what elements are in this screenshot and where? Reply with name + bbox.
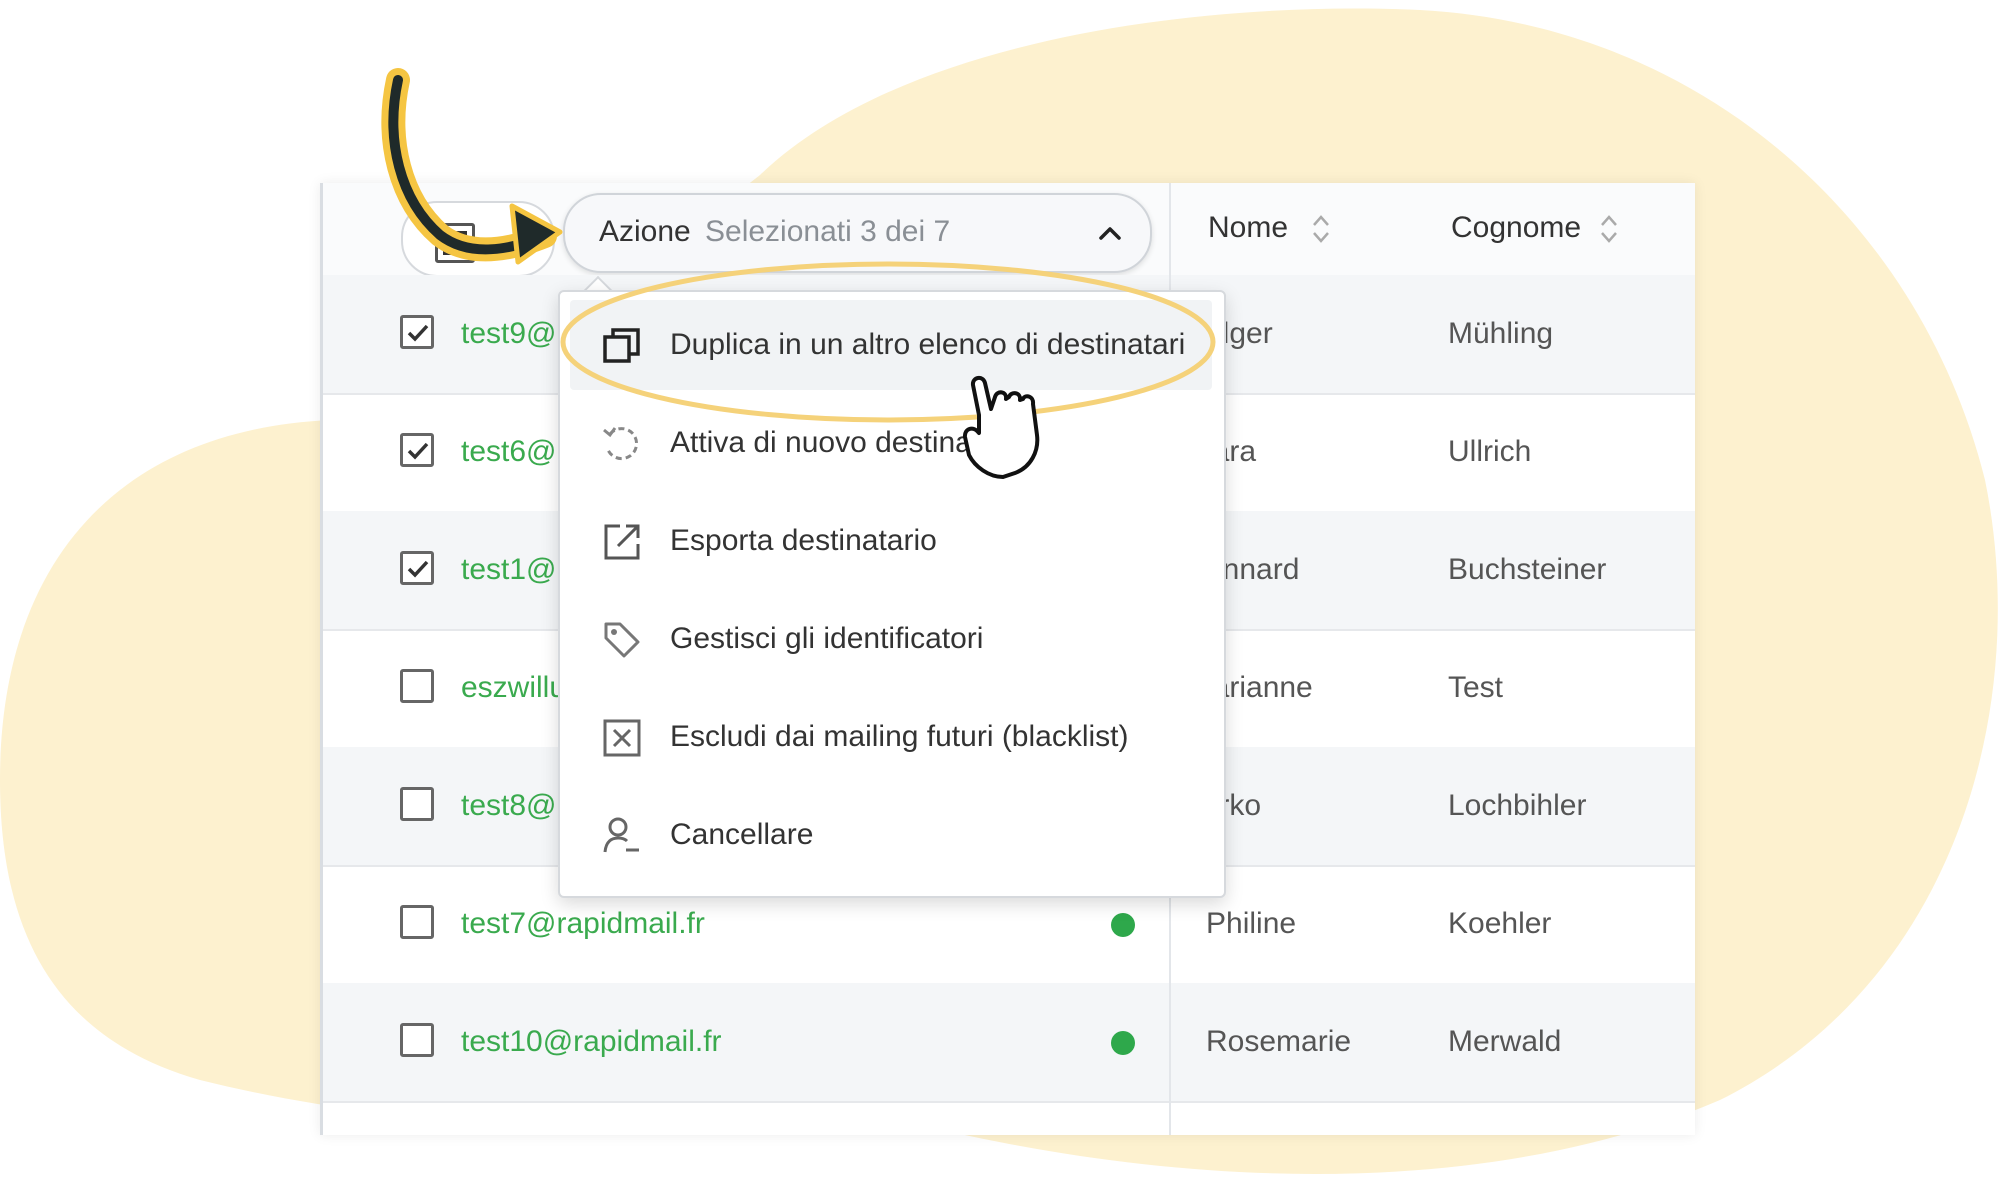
menu-item-manage-tags[interactable]: Gestisci gli identificatori bbox=[570, 594, 1212, 684]
menu-item-blacklist[interactable]: Escludi dai mailing futuri (blacklist) bbox=[570, 692, 1212, 782]
recipient-last-name: Lochbihler bbox=[1448, 789, 1587, 822]
select-all-checkbox[interactable] bbox=[435, 223, 475, 263]
recipient-email-link[interactable]: test7@rapidmail.fr bbox=[461, 907, 705, 941]
recipient-email-link[interactable]: test10@rapidmail.fr bbox=[461, 1025, 722, 1059]
delete-user-icon bbox=[603, 817, 639, 853]
table-header: Azione Selezionati 3 dei 7 Nome Cognome bbox=[323, 183, 1695, 277]
status-indicator bbox=[1111, 913, 1135, 937]
check-icon bbox=[407, 442, 429, 460]
menu-item-label: Attiva di nuovo destina bbox=[670, 426, 972, 459]
menu-item-reactivate[interactable]: Attiva di nuovo destina bbox=[570, 398, 1212, 488]
row-checkbox[interactable] bbox=[400, 669, 434, 703]
row-checkbox[interactable] bbox=[400, 315, 434, 349]
action-menu: Duplica in un altro elenco di destinatar… bbox=[558, 290, 1226, 898]
recipient-email-link[interactable]: test8@r bbox=[461, 789, 566, 823]
recipient-last-name: Merwald bbox=[1448, 1025, 1562, 1058]
sort-icon[interactable] bbox=[1599, 213, 1619, 245]
row-checkbox[interactable] bbox=[400, 905, 434, 939]
recipient-first-name: Rosemarie bbox=[1206, 1025, 1352, 1058]
row-checkbox[interactable] bbox=[400, 787, 434, 821]
selection-count: Selezionati 3 dei 7 bbox=[705, 215, 951, 248]
sort-icon[interactable] bbox=[1311, 213, 1331, 245]
menu-item-export[interactable]: Esporta destinatario bbox=[570, 496, 1212, 586]
recipient-last-name: Ullrich bbox=[1448, 435, 1532, 468]
check-icon bbox=[407, 324, 429, 342]
row-checkbox[interactable] bbox=[400, 1023, 434, 1057]
action-label: Azione bbox=[599, 215, 691, 248]
recipient-last-name: Buchsteiner bbox=[1448, 553, 1607, 586]
row-checkbox[interactable] bbox=[400, 433, 434, 467]
menu-item-label: Escludi dai mailing futuri (blacklist) bbox=[670, 720, 1129, 753]
recipient-last-name: Mühling bbox=[1448, 317, 1554, 350]
chevron-up-icon bbox=[1099, 227, 1121, 240]
select-all-control[interactable] bbox=[401, 201, 555, 277]
table-row[interactable]: test10@rapidmail.fr Rosemarie Merwald bbox=[323, 983, 1695, 1103]
recipient-email-link[interactable]: test9@r bbox=[461, 317, 566, 351]
recipient-first-name: Philine bbox=[1206, 907, 1297, 940]
row-checkbox[interactable] bbox=[400, 551, 434, 585]
tag-icon bbox=[604, 622, 640, 658]
column-header-last-name[interactable]: Cognome bbox=[1451, 211, 1581, 245]
recipient-email-link[interactable]: test6@r bbox=[461, 435, 566, 469]
reactivate-icon bbox=[603, 427, 638, 461]
recipient-last-name: Test bbox=[1448, 671, 1504, 704]
recipient-email-link[interactable]: test1@r bbox=[461, 553, 566, 587]
export-icon bbox=[604, 524, 640, 560]
action-dropdown-button[interactable]: Azione Selezionati 3 dei 7 bbox=[563, 193, 1152, 273]
menu-item-label: Duplica in un altro elenco di destinatar… bbox=[670, 328, 1186, 361]
menu-item-label: Esporta destinatario bbox=[670, 524, 937, 557]
status-indicator bbox=[1111, 1031, 1135, 1055]
menu-item-label: Cancellare bbox=[670, 818, 814, 851]
column-header-first-name[interactable]: Nome bbox=[1208, 211, 1288, 245]
recipient-last-name: Koehler bbox=[1448, 907, 1552, 940]
duplicate-icon bbox=[603, 328, 640, 363]
blacklist-icon bbox=[603, 719, 641, 757]
menu-item-label: Gestisci gli identificatori bbox=[670, 622, 984, 655]
menu-item-duplicate[interactable]: Duplica in un altro elenco di destinatar… bbox=[570, 300, 1212, 390]
menu-item-delete[interactable]: Cancellare bbox=[570, 790, 1212, 880]
recipient-email-link[interactable]: eszwillu bbox=[461, 671, 566, 705]
check-icon bbox=[407, 560, 429, 578]
